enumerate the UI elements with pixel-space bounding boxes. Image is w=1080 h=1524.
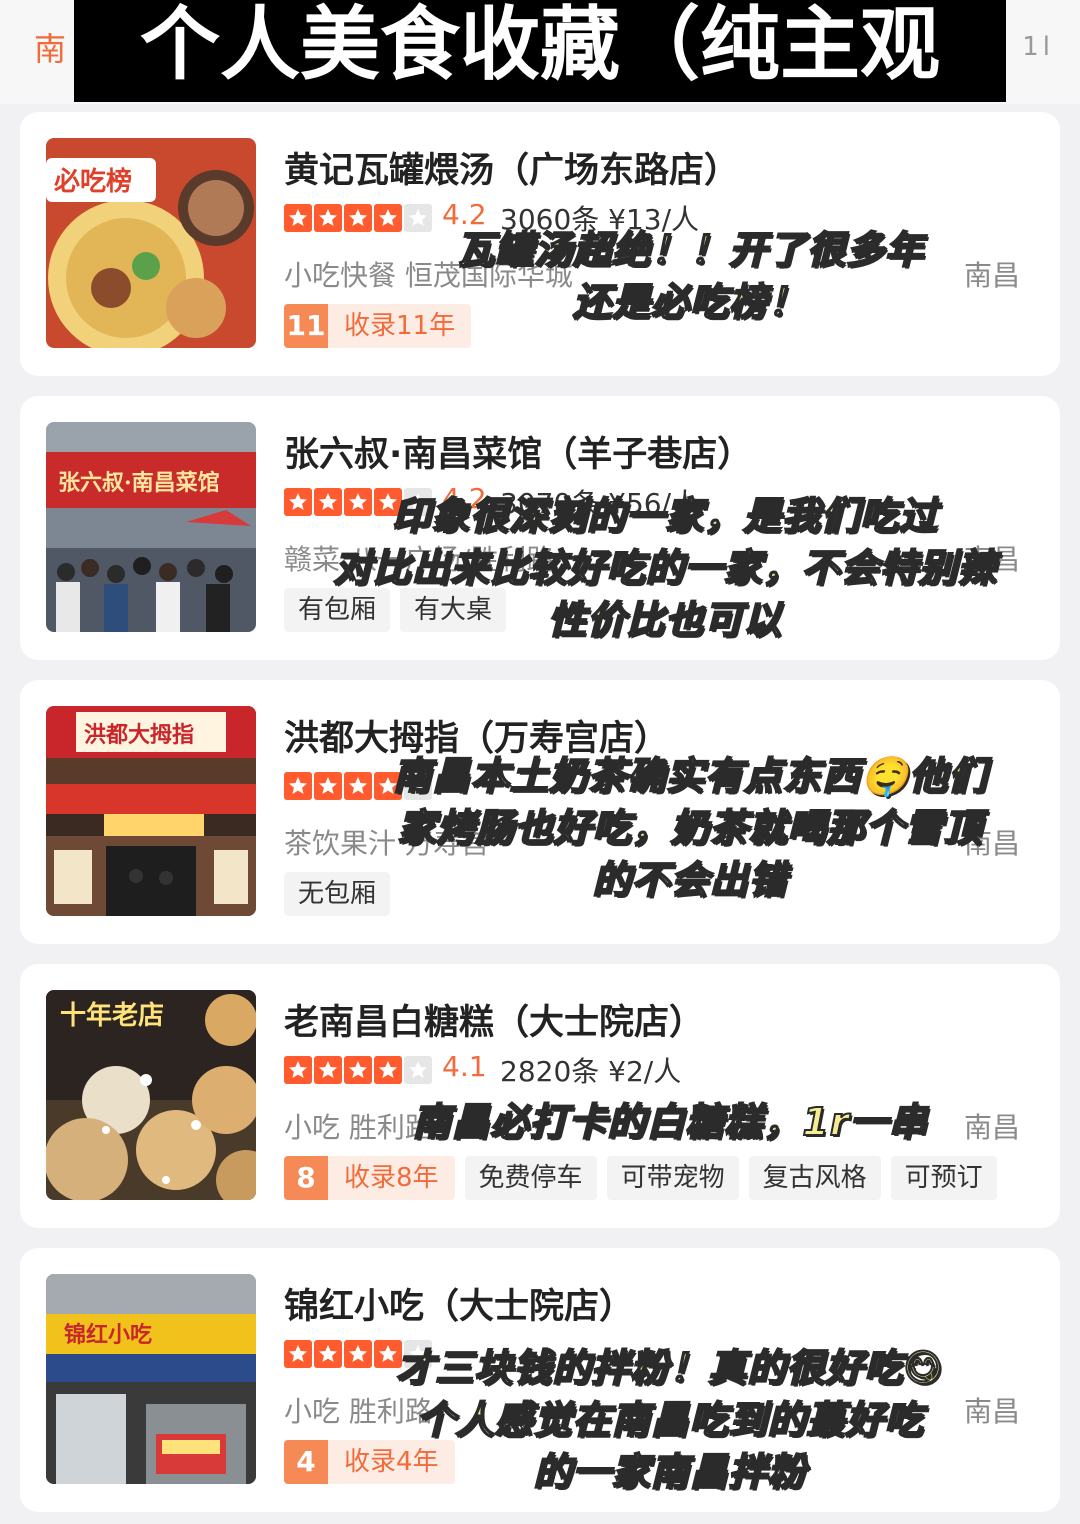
overlay-line: 瓦罐汤超绝！！开了很多年 — [455, 227, 924, 273]
restaurant-thumbnail[interactable]: 锦红小吃 — [46, 1274, 256, 1484]
badge-number: 8 — [284, 1156, 328, 1200]
badge-text: 收录8年 — [344, 1163, 439, 1193]
rating-stars — [284, 1056, 432, 1084]
restaurant-thumbnail[interactable]: 张六叔·南昌菜馆 — [46, 422, 256, 632]
top-bar: 南 间 1l 个人美食收藏（纯主观 — [0, 0, 1080, 104]
star-icon — [314, 1056, 342, 1084]
star-icon — [374, 1056, 402, 1084]
feature-tag: 免费停车 — [464, 1156, 597, 1200]
star-icon — [284, 1056, 312, 1084]
star-icon — [284, 204, 312, 232]
thumb-label: 十年老店 — [60, 1000, 164, 1031]
title-banner: 个人美食收藏（纯主观 — [74, 0, 1006, 102]
star-empty-icon — [404, 1056, 432, 1084]
overlay-line: 南昌本土奶茶确实有点东西🤤他们 — [392, 753, 988, 799]
overlay-line: 性价比也可以 — [547, 597, 782, 643]
overlay-caption: 才三块钱的拌粉！真的很好吃😋 个人感觉在南昌吃到的蕞好吃 的一家南昌拌粉 — [350, 1342, 990, 1498]
star-icon — [314, 204, 342, 232]
tag-row: 8 收录8年 免费停车 可带宠物 复古风格 可预订 — [284, 1156, 997, 1200]
restaurant-name[interactable]: 黄记瓦罐煨汤（广场东路店） — [284, 142, 739, 193]
thumb-label: 张六叔·南昌菜馆 — [58, 470, 220, 496]
reviews-price: 2820条 ¥2/人 — [500, 1055, 682, 1088]
overlay-line: 印象很深刻的一家，是我们吃过 — [391, 493, 938, 539]
restaurant-name[interactable]: 锦红小吃（大士院店） — [284, 1278, 634, 1329]
thumb-label: 必吃榜 — [54, 166, 132, 197]
overlay-line: 个人感觉在南昌吃到的蕞好吃 — [415, 1397, 924, 1443]
overlay-line: 对比出来比较好吃的一家，不会特别辣 — [332, 545, 997, 591]
overlay-caption: 印象很深刻的一家，是我们吃过 对比出来比较好吃的一家，不会特别辣 性价比也可以 — [270, 490, 1060, 646]
overlay-line: 才三块钱的拌粉！真的很好吃😋 — [395, 1345, 944, 1391]
thumb-label: 洪都大拇指 — [84, 722, 194, 748]
restaurant-name[interactable]: 张六叔·南昌菜馆（羊子巷店） — [284, 426, 752, 477]
restaurant-thumbnail[interactable]: 必吃榜 — [46, 138, 256, 348]
overlay-line: 的不会出错 — [591, 857, 788, 903]
overlay-line: 还是必吃榜！ — [572, 279, 807, 325]
overlay-line: 的一家南昌拌粉 — [532, 1449, 807, 1495]
area-label: 南昌 — [963, 1111, 1020, 1144]
overlay-line: 南昌必打卡的白糖糕，1r一串 — [411, 1099, 928, 1145]
overlay-line: 家烤肠也好吃，奶茶就喝那个雪顶 — [396, 805, 983, 851]
overlay-caption: 瓦罐汤超绝！！开了很多年 还是必吃榜！ — [380, 224, 1000, 328]
overlay-caption: 南昌必打卡的白糖糕，1r一串 — [380, 1096, 960, 1148]
restaurant-thumbnail[interactable]: 洪都大拇指 — [46, 706, 256, 916]
badge-number: 4 — [284, 1440, 328, 1484]
star-icon — [344, 204, 372, 232]
listed-years-badge: 8 收录8年 — [284, 1156, 455, 1200]
restaurant-thumbnail[interactable]: 十年老店 — [46, 990, 256, 1200]
thumb-label: 锦红小吃 — [64, 1322, 152, 1348]
star-icon — [284, 1340, 312, 1368]
rating-score: 4.1 — [442, 1050, 487, 1083]
badge-number: 11 — [284, 304, 328, 348]
restaurant-name[interactable]: 老南昌白糖糕（大士院店） — [284, 994, 704, 1045]
feature-tag: 可带宠物 — [606, 1156, 739, 1200]
star-icon — [314, 772, 342, 800]
feature-tag: 复古风格 — [748, 1156, 881, 1200]
overlay-caption: 南昌本土奶茶确实有点东西🤤他们 家烤肠也好吃，奶茶就喝那个雪顶 的不会出错 — [340, 750, 1040, 906]
star-icon — [344, 1056, 372, 1084]
star-icon — [314, 1340, 342, 1368]
star-icon — [284, 772, 312, 800]
feature-tag: 可预订 — [890, 1156, 997, 1200]
city-selector[interactable]: 南 — [34, 24, 66, 70]
